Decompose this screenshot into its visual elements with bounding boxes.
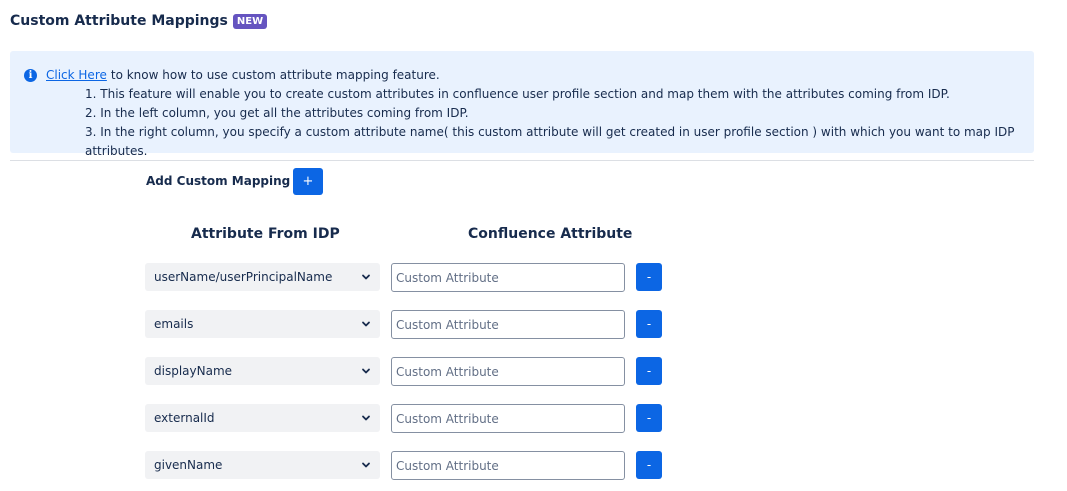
info-item: 2. In the left column, you get all the a… (85, 106, 469, 120)
idp-attribute-select[interactable]: emails (145, 310, 380, 338)
chevron-down-icon (361, 272, 371, 282)
idp-attribute-select[interactable]: userName/userPrincipalName (145, 263, 380, 291)
confluence-attribute-input[interactable] (391, 310, 625, 339)
idp-attribute-value: emails (154, 317, 194, 331)
title-row: Custom Attribute Mappings NEW (10, 13, 268, 29)
confluence-attribute-input[interactable] (391, 451, 625, 480)
idp-attribute-value: displayName (154, 364, 233, 378)
section-divider (10, 160, 1034, 161)
info-list: 1. This feature will enable you to creat… (24, 85, 1020, 161)
chevron-down-icon (361, 319, 371, 329)
idp-attribute-value: externalId (154, 411, 215, 425)
mapping-row: emails - (0, 310, 1067, 340)
add-mapping-button[interactable]: + (293, 168, 323, 195)
add-custom-mapping-label: Add Custom Mapping (146, 174, 291, 188)
chevron-down-icon (361, 413, 371, 423)
new-badge: NEW (232, 13, 268, 29)
idp-attribute-select[interactable]: displayName (145, 357, 380, 385)
column-header-idp: Attribute From IDP (191, 226, 340, 242)
custom-attribute-mappings-page: Custom Attribute Mappings NEW i Click He… (0, 0, 1067, 491)
confluence-attribute-input[interactable] (391, 404, 625, 433)
mapping-row: displayName - (0, 357, 1067, 387)
info-item: 3. In the right column, you specify a cu… (85, 125, 1015, 158)
remove-mapping-button[interactable]: - (636, 310, 662, 338)
mapping-row: externalId - (0, 404, 1067, 434)
column-header-confluence: Confluence Attribute (468, 226, 633, 242)
info-panel: i Click Here to know how to use custom a… (10, 51, 1034, 158)
info-icon: i (24, 69, 37, 82)
chevron-down-icon (361, 460, 371, 470)
info-lead: i Click Here to know how to use custom a… (24, 66, 1020, 85)
click-here-link[interactable]: Click Here (46, 66, 107, 85)
remove-mapping-button[interactable]: - (636, 357, 662, 385)
info-lead-text: to know how to use custom attribute mapp… (110, 68, 440, 82)
idp-attribute-value: givenName (154, 458, 223, 472)
confluence-attribute-input[interactable] (391, 357, 625, 386)
idp-attribute-select[interactable]: givenName (145, 451, 380, 479)
page-title: Custom Attribute Mappings (10, 13, 228, 29)
idp-attribute-select[interactable]: externalId (145, 404, 380, 432)
confluence-attribute-input[interactable] (391, 263, 625, 292)
remove-mapping-button[interactable]: - (636, 451, 662, 479)
remove-mapping-button[interactable]: - (636, 404, 662, 432)
remove-mapping-button[interactable]: - (636, 263, 662, 291)
chevron-down-icon (361, 366, 371, 376)
mapping-row: userName/userPrincipalName - (0, 263, 1067, 293)
mapping-row: givenName - (0, 451, 1067, 481)
info-item: 1. This feature will enable you to creat… (85, 87, 950, 101)
idp-attribute-value: userName/userPrincipalName (154, 270, 333, 284)
